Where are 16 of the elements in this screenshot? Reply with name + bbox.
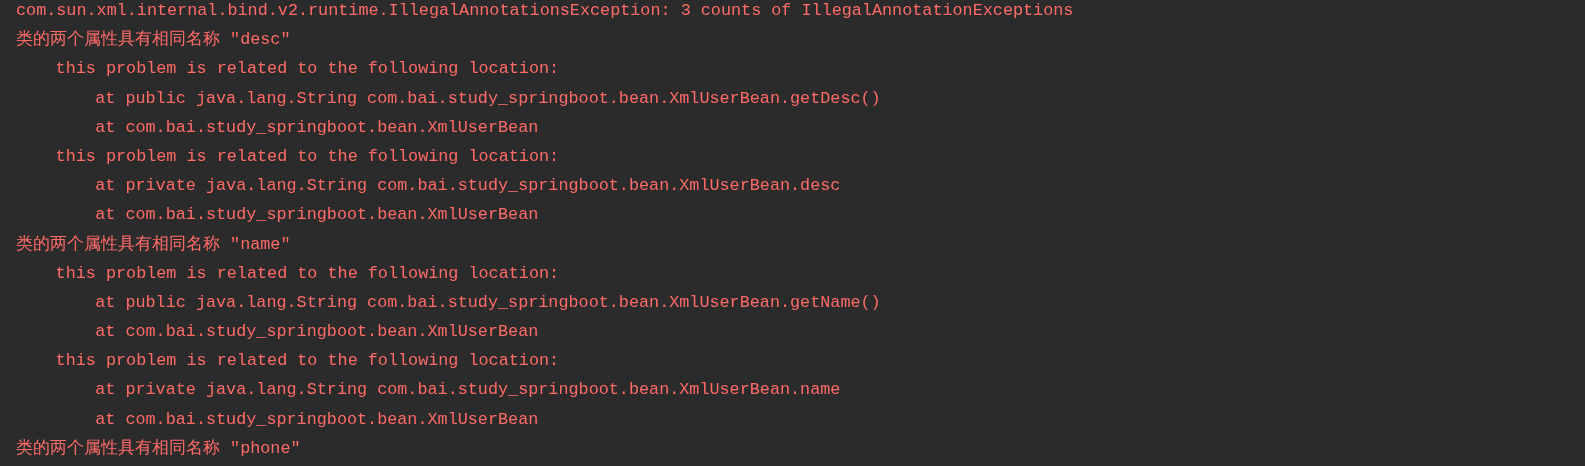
exception-message: com.sun.xml.internal.bind.v2.runtime.IllegalAnnotationsException: 3 counts of IllegalAnnotationExceptions — [16, 0, 1074, 22]
console-line: 类的两个属性具有相同名称 "desc" — [16, 29, 291, 52]
console-line: at com.bai.study_springboot.bean.XmlUserBean — [95, 408, 539, 431]
console-line: at private java.lang.String com.bai.study_springboot.bean.XmlUserBean.name — [95, 379, 841, 402]
console-line: this problem is related to the following location: — [55, 145, 560, 168]
console-line: this problem is related to the following location: — [55, 350, 560, 373]
console-line: at com.bai.study_springboot.bean.XmlUserBean — [95, 204, 539, 227]
console-line: 类的两个属性具有相同名称 "name" — [16, 233, 291, 256]
console-line: at private java.lang.String com.bai.study_springboot.bean.XmlUserBean.desc — [95, 175, 841, 198]
console-line: at public java.lang.String com.bai.study_springboot.bean.XmlUserBean.getName() — [95, 291, 881, 314]
console-line: at com.bai.study_springboot.bean.XmlUserBean — [95, 116, 539, 139]
console-line: this problem is related to the following location: — [55, 262, 560, 285]
console-line: at com.bai.study_springboot.bean.XmlUserBean — [95, 321, 539, 344]
console-line: this problem is related to the following location: — [55, 58, 560, 81]
console-line: at public java.lang.String com.bai.study_springboot.bean.XmlUserBean.getDesc() — [95, 87, 881, 110]
console-line: 类的两个属性具有相同名称 "phone" — [16, 437, 301, 460]
